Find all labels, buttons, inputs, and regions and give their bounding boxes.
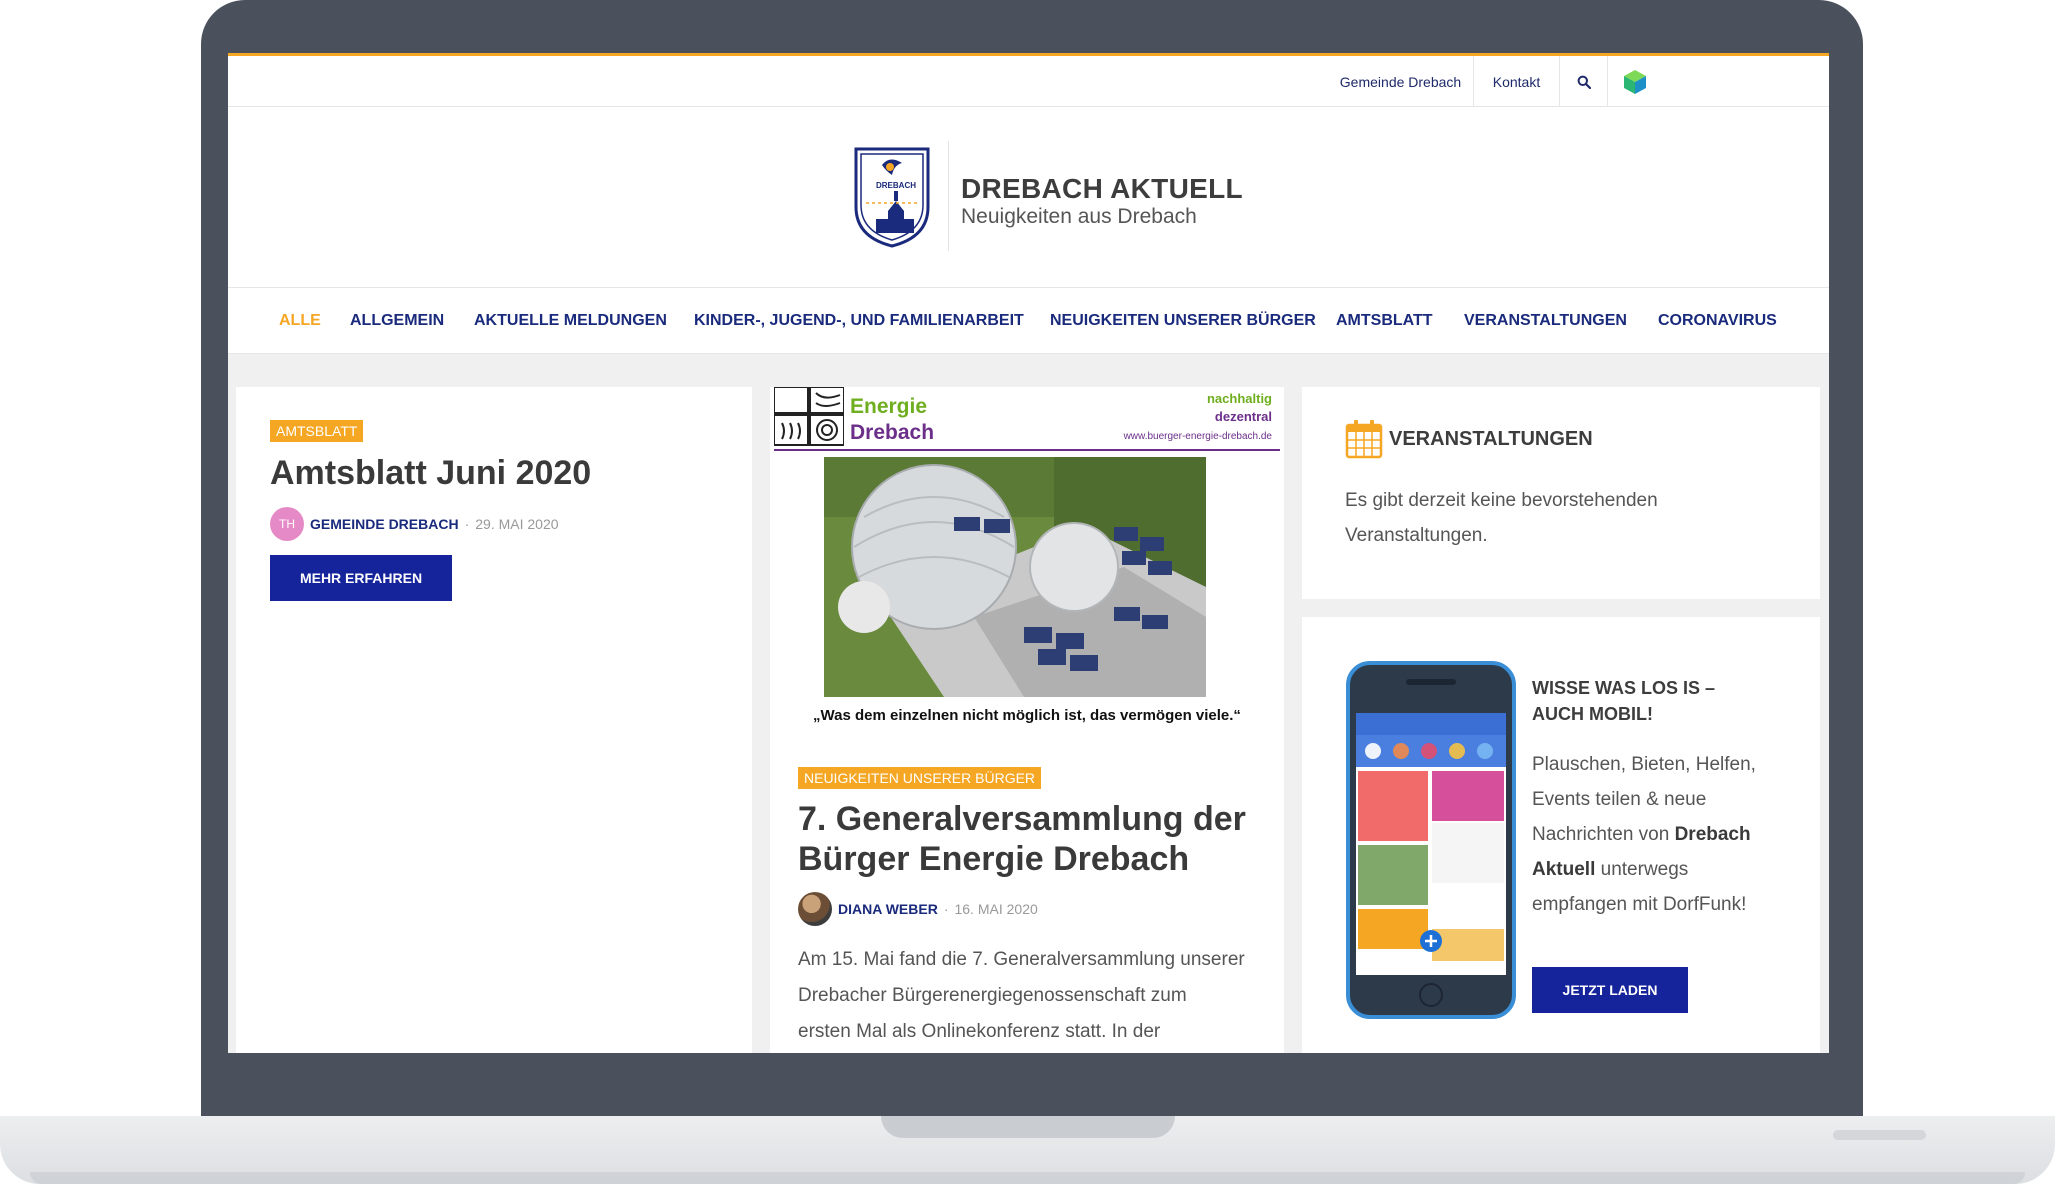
image-tag-nachhaltig: nachhaltig <box>1206 391 1272 406</box>
topbar-link-kontakt-label: Kontakt <box>1492 73 1541 90</box>
post-excerpt: Am 15. Mai fand die 7. Generalversammlun… <box>798 942 1245 1050</box>
post-excerpt-line: ersten Mal als Onlinekonferenz statt. In… <box>798 1021 1161 1042</box>
cube-button[interactable] <box>1607 56 1662 107</box>
avatar: TH <box>270 507 304 541</box>
site-title[interactable]: DREBACH AKTUELL <box>961 173 1243 205</box>
meta-separator: · <box>943 901 949 917</box>
cube-icon <box>1624 69 1646 94</box>
search-button[interactable] <box>1559 56 1607 107</box>
dorffunk-widget-text: Plauschen, Bieten, Helfen, Events teilen… <box>1532 747 1756 922</box>
site-tagline: Neuigkeiten aus Drebach <box>961 205 1197 228</box>
post-meta: TH GEMEINDE DREBACH · 29. MAI 2020 <box>270 507 559 541</box>
image-quote: „Was dem einzelnen nicht möglich ist, da… <box>813 707 1241 724</box>
post-author[interactable]: GEMEINDE DREBACH <box>310 516 459 532</box>
avatar <box>798 892 832 926</box>
browser-screen: Gemeinde Drebach Kontakt DREBACH DREBACH… <box>228 53 1829 1053</box>
post-title-line2: Bürger Energie Drebach <box>798 840 1190 878</box>
post-author[interactable]: DIANA WEBER <box>838 901 938 917</box>
nav-item-coronavirus[interactable]: CORONAVIRUS <box>1658 288 1777 354</box>
post-card-generalversammlung: Energie Drebach nachhaltig dezentral www… <box>770 387 1284 1053</box>
post-title-line1: 7. Generalversammlung der <box>798 800 1246 838</box>
planetarium-photo <box>824 457 1206 697</box>
nav-item-veranstaltungen[interactable]: VERANSTALTUNGEN <box>1464 288 1627 354</box>
nav-item-allgemein[interactable]: ALLGEMEIN <box>350 288 444 354</box>
header-divider <box>948 141 949 251</box>
dorffunk-title-line: AUCH MOBIL! <box>1532 704 1653 724</box>
post-title[interactable]: Amtsblatt Juni 2020 <box>270 453 591 493</box>
calendar-icon <box>1345 420 1383 459</box>
events-text-line: Veranstaltungen. <box>1345 525 1488 546</box>
nav-item-amtsblatt[interactable]: AMTSBLATT <box>1336 288 1433 354</box>
crest-icon <box>854 147 930 248</box>
post-card-amtsblatt: AMTSBLATT Amtsblatt Juni 2020 TH GEMEIND… <box>236 387 752 1053</box>
read-more-button[interactable]: MEHR ERFAHREN <box>270 555 452 601</box>
dorffunk-text-strong: Aktuell <box>1532 859 1596 880</box>
dorffunk-text-line: Nachrichten von Drebach <box>1532 817 1756 852</box>
post-category-badge[interactable]: AMTSBLATT <box>270 420 364 442</box>
topbar: Gemeinde Drebach Kontakt <box>228 56 1829 107</box>
dorffunk-text-line: Aktuell unterwegs <box>1532 852 1756 887</box>
dorffunk-text-line: Plauschen, Bieten, Helfen, <box>1532 754 1756 775</box>
post-title[interactable]: 7. Generalversammlung der Bürger Energie… <box>798 799 1246 879</box>
download-app-button[interactable]: JETZT LADEN <box>1532 967 1688 1013</box>
content-area: AMTSBLATT Amtsblatt Juni 2020 TH GEMEIND… <box>228 354 1829 1053</box>
nav-item-aktuelle-meldungen[interactable]: AKTUELLE MELDUNGEN <box>474 288 667 354</box>
topbar-link-gemeinde-label: Gemeinde Drebach <box>1339 73 1462 90</box>
dorffunk-widget: WISSE WAS LOS IS – AUCH MOBIL! Plauschen… <box>1302 617 1820 1053</box>
search-icon <box>1577 75 1591 89</box>
events-widget-header: VERANSTALTUNGEN <box>1345 419 1593 459</box>
dorffunk-widget-title: WISSE WAS LOS IS – AUCH MOBIL! <box>1532 675 1715 727</box>
laptop-slot <box>1833 1130 1926 1140</box>
image-tag-dezentral: dezentral <box>1214 409 1272 424</box>
site-logo[interactable]: DREBACH <box>852 145 932 249</box>
laptop-notch <box>881 1116 1175 1138</box>
laptop-base-shadow <box>30 1172 2025 1184</box>
post-meta: DIANA WEBER · 16. MAI 2020 <box>798 892 1038 926</box>
post-excerpt-line: Drebacher Bürgerenergiegenossenschaft zu… <box>798 985 1187 1006</box>
dorffunk-text-line: empfangen mit DorfFunk! <box>1532 894 1747 915</box>
dorffunk-text-strong: Drebach <box>1674 824 1751 845</box>
post-category-badge[interactable]: NEUIGKEITEN UNSERER BÜRGER <box>798 767 1042 789</box>
image-brand-line2: Drebach <box>850 421 935 444</box>
dorffunk-title-line: WISSE WAS LOS IS – <box>1532 678 1716 698</box>
topbar-link-gemeinde[interactable]: Gemeinde Drebach <box>1328 56 1473 107</box>
meta-separator: · <box>464 516 470 532</box>
dorffunk-text-span: unterwegs <box>1595 859 1689 880</box>
phone-mockup[interactable] <box>1346 661 1516 1021</box>
topbar-link-kontakt[interactable]: Kontakt <box>1473 56 1559 107</box>
events-text-line: Es gibt derzeit keine bevorstehenden <box>1345 490 1658 511</box>
post-date: 16. MAI 2020 <box>954 901 1038 917</box>
nav-item-kinder-jugend-familienarbeit[interactable]: KINDER-, JUGEND-, UND FAMILIENARBEIT <box>694 288 1024 354</box>
post-excerpt-line: Am 15. Mai fand die 7. Generalversammlun… <box>798 949 1245 970</box>
image-brand-line1: Energie <box>850 395 928 418</box>
logo-text: DREBACH <box>876 181 916 190</box>
nav-item-alle[interactable]: ALLE <box>279 288 321 354</box>
image-divider <box>774 449 1280 451</box>
site-header: DREBACH DREBACH AKTUELL Neuigkeiten aus … <box>228 107 1829 288</box>
events-widget: VERANSTALTUNGEN Es gibt derzeit keine be… <box>1302 387 1820 599</box>
events-widget-title: VERANSTALTUNGEN <box>1389 427 1593 450</box>
main-nav: ALLE ALLGEMEIN AKTUELLE MELDUNGEN KINDER… <box>228 288 1829 354</box>
post-featured-image[interactable]: Energie Drebach nachhaltig dezentral www… <box>770 387 1284 737</box>
post-date: 29. MAI 2020 <box>475 516 559 532</box>
energy-logo-icon <box>774 387 844 446</box>
dorffunk-text-span: Nachrichten von <box>1532 824 1675 845</box>
image-url: www.buerger-energie-drebach.de <box>1123 431 1272 442</box>
dorffunk-text-line: Events teilen & neue <box>1532 789 1707 810</box>
nav-item-neuigkeiten-buerger[interactable]: NEUIGKEITEN UNSERER BÜRGER <box>1050 288 1316 354</box>
events-widget-text: Es gibt derzeit keine bevorstehenden Ver… <box>1345 483 1658 553</box>
